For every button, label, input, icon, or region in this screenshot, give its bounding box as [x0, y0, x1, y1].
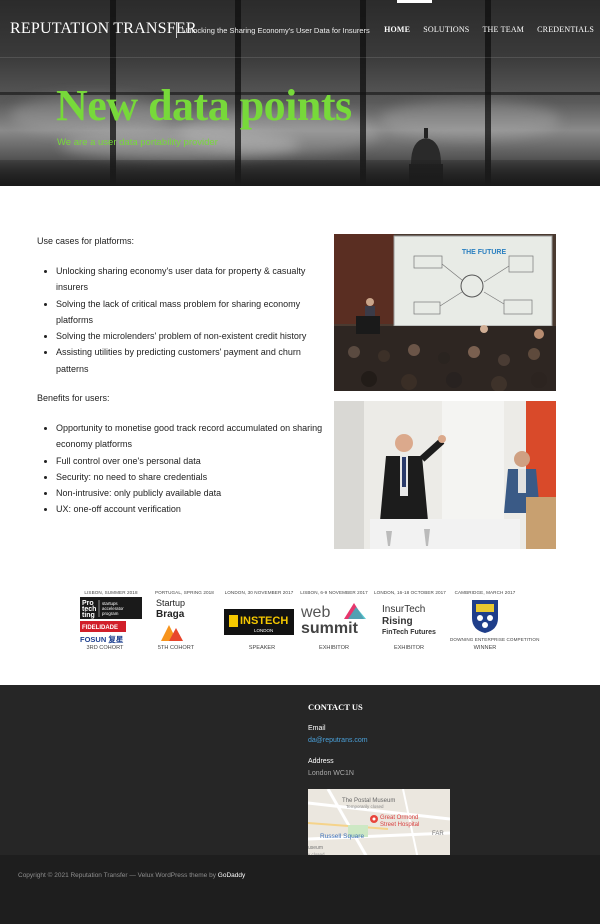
map-label: Temporarily closed — [346, 804, 384, 809]
list-item: Opportunity to monetise good track recor… — [56, 420, 327, 453]
map-label: useum — [308, 845, 323, 851]
platforms-list: Unlocking sharing economy's user data fo… — [37, 263, 327, 377]
bottom-bar — [0, 855, 600, 924]
logo-text: Rising — [382, 616, 413, 627]
credential-role: EXHIBITOR — [318, 645, 350, 651]
city-skyline — [0, 160, 600, 186]
logo-text: InsurTech — [382, 604, 425, 615]
conference-illustration: THE FUTURE — [334, 234, 556, 391]
startup-braga-logo: Startup Braga — [156, 598, 185, 641]
location-map[interactable]: The Postal Museum Temporarily closed Gre… — [308, 789, 450, 859]
logo-text: INSTECH — [240, 615, 288, 627]
list-item: Assisting utilities by predicting custom… — [56, 344, 327, 377]
credential-role: 3RD COHORT — [86, 645, 124, 651]
credential-caption: LISBON, SUMMER 2018 — [84, 590, 138, 595]
platforms-list-wrapper: Unlocking sharing economy's user data fo… — [37, 263, 327, 377]
logo-text: program — [102, 611, 119, 616]
active-nav-indicator — [397, 0, 432, 3]
header-bar: REPUTATION TRANSFER Unlocking the Sharin… — [0, 0, 600, 58]
email-label: Email — [308, 725, 326, 732]
map-label: FAR — [432, 831, 444, 837]
hero-subtitle: We are a user data portability provider — [57, 137, 218, 148]
logo-text: LONDON — [254, 628, 273, 633]
nav-the-team[interactable]: THE TEAM — [482, 25, 524, 34]
protechting-logo: Pro tech ting startups accelerator progr… — [80, 597, 142, 644]
logo-text: ting — [82, 612, 95, 619]
brand-divider — [176, 22, 177, 38]
copyright-text: Copyright © 2021 Reputation Transfer — V… — [18, 872, 216, 879]
list-item: Non-intrusive: only publicly available d… — [56, 485, 327, 501]
site-tagline: Unlocking the Sharing Economy's User Dat… — [182, 26, 370, 35]
conference-photo: THE FUTURE — [334, 234, 556, 391]
nav-credentials[interactable]: CREDENTIALS — [537, 25, 594, 34]
map-label: Street Hospital — [380, 822, 419, 828]
map-illustration: The Postal Museum Temporarily closed Gre… — [308, 789, 450, 859]
list-item: Solving the microlenders' problem of non… — [56, 328, 327, 344]
map-label: Great Ormond — [380, 815, 418, 821]
credential-caption: LONDON, 30 NOVEMBER 2017 — [224, 590, 294, 595]
web-summit-logo: web summit — [300, 603, 366, 636]
credential-role: WINNER — [473, 645, 497, 651]
logo-text: FIDELIDADE — [82, 625, 118, 631]
speakers-photo — [334, 401, 556, 549]
credential-role: 5TH COHORT — [157, 645, 195, 651]
users-heading: Benefits for users: — [37, 393, 110, 403]
main-nav: HOME SOLUTIONS THE TEAM CREDENTIALS — [384, 25, 594, 34]
site-brand[interactable]: REPUTATION TRANSFER — [10, 20, 197, 38]
insurtech-rising-logo: InsurTech Rising FinTech Futures — [382, 604, 436, 636]
credential-subtitle: DOWNING ENTERPRISE COMPETITION — [450, 637, 540, 642]
logo-text: summit — [301, 620, 359, 636]
credential-caption: LONDON, 16-18 OCTOBER 2017 — [374, 590, 446, 595]
copyright: Copyright © 2021 Reputation Transfer — V… — [18, 872, 245, 879]
contact-title: CONTACT US — [308, 702, 363, 712]
logo-text: Braga — [156, 609, 185, 620]
list-item: Unlocking sharing economy's user data fo… — [56, 263, 327, 296]
footer — [0, 685, 600, 855]
logo-text: web — [300, 604, 330, 621]
address-value: London WC1N — [308, 770, 354, 777]
slide-title: THE FUTURE — [462, 249, 507, 256]
credential-caption: LISBON, 6-9 NOVEMBER 2017 — [300, 590, 368, 595]
list-item: Full control over one's personal data — [56, 453, 327, 469]
hero-title: New data points — [56, 81, 352, 130]
nav-solutions[interactable]: SOLUTIONS — [423, 25, 469, 34]
map-label: Russell Square — [320, 833, 364, 840]
users-list-wrapper: Opportunity to monetise good track recor… — [37, 420, 327, 518]
speakers-illustration — [334, 401, 556, 549]
credential-caption: PORTUGAL, SPRING 2018 — [155, 590, 214, 595]
instech-logo: INSTECH LONDON — [224, 609, 294, 635]
nav-home[interactable]: HOME — [384, 25, 410, 34]
logo-text: Startup — [156, 598, 185, 608]
platforms-heading: Use cases for platforms: — [37, 236, 135, 246]
credential-role: SPEAKER — [248, 645, 276, 651]
godaddy-link[interactable]: GoDaddy — [218, 872, 245, 879]
list-item: Solving the lack of critical mass proble… — [56, 296, 327, 329]
credential-role: EXHIBITOR — [393, 645, 425, 651]
users-list: Opportunity to monetise good track recor… — [37, 420, 327, 518]
list-item: UX: one-off account verification — [56, 501, 327, 517]
email-link[interactable]: da@reputrans.com — [308, 737, 368, 744]
list-item: Security: no need to share credentials — [56, 469, 327, 485]
credential-caption: CAMBRIDGE, MARCH 2017 — [454, 590, 516, 595]
logo-text: FinTech Futures — [382, 629, 436, 636]
address-label: Address — [308, 758, 334, 765]
downing-crest-logo — [472, 600, 498, 633]
logo-text: FOSUN 复星 — [80, 634, 124, 644]
